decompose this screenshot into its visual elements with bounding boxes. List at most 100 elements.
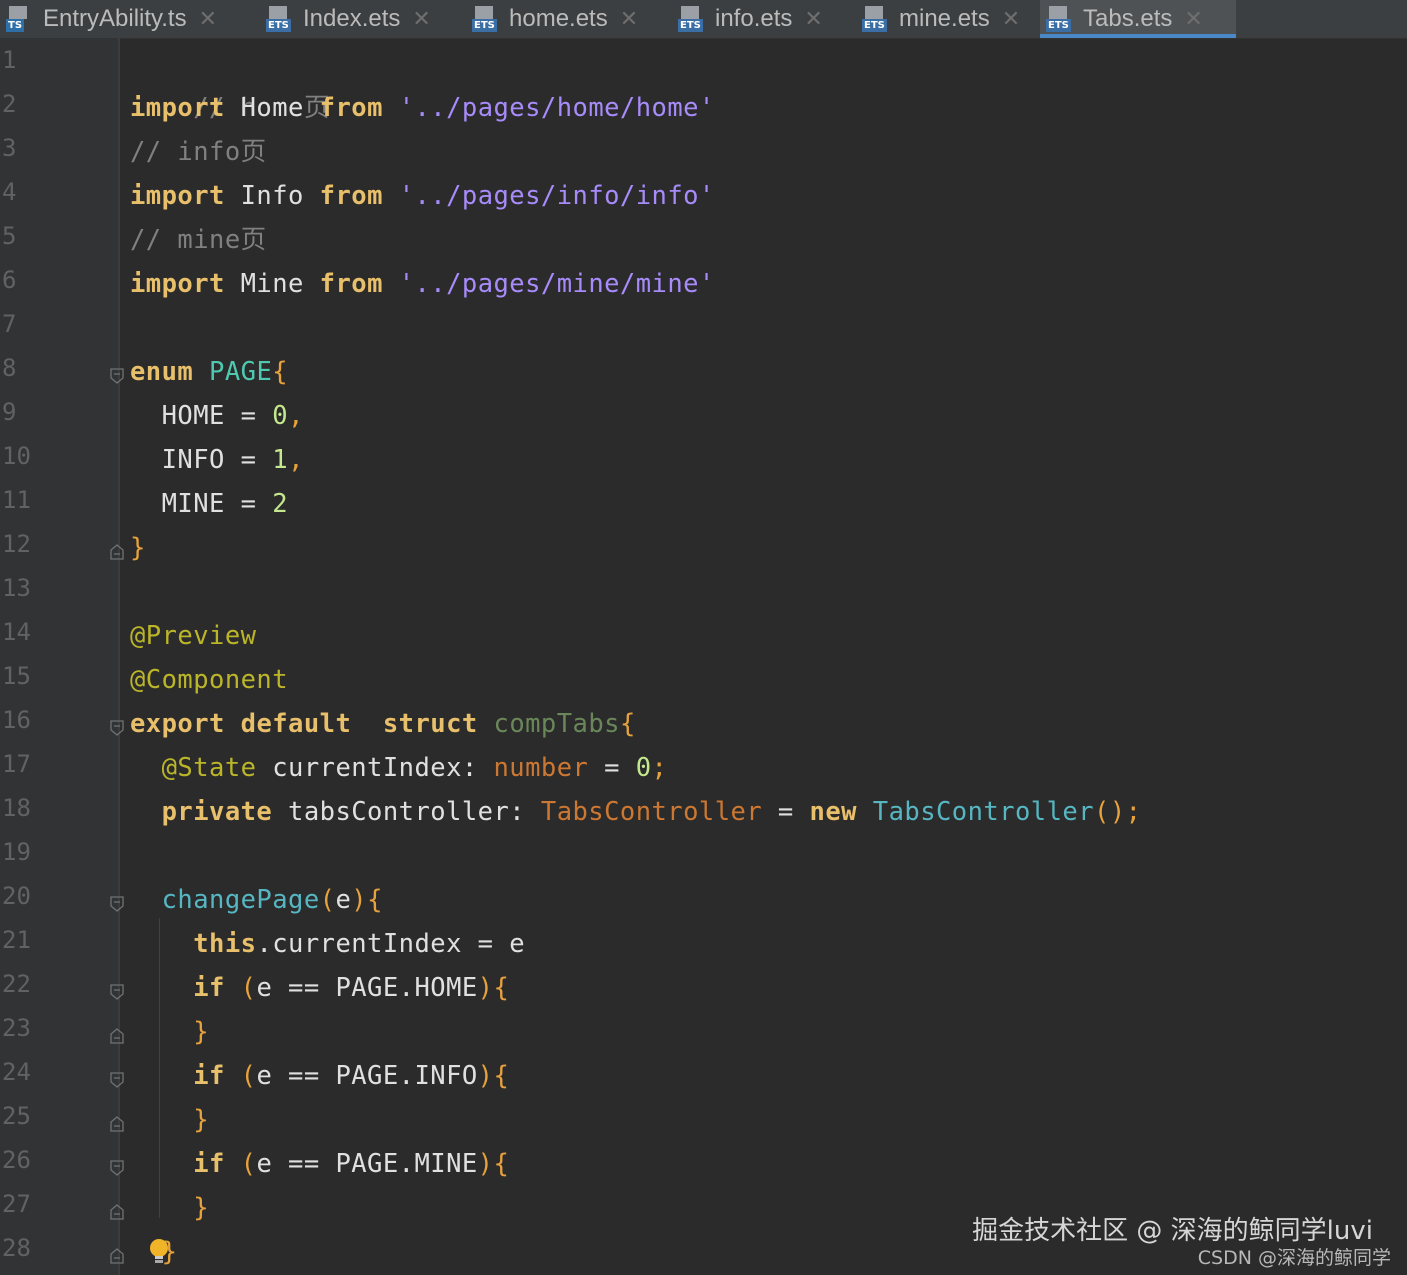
punctuation: ; <box>1125 797 1142 827</box>
editor-tab-bar: TS EntryAbility.ts ✕ ETS Index.ets ✕ ETS home.e… <box>0 0 1407 39</box>
code-line-21: this.currentIndex = e <box>130 922 525 966</box>
fold-collapse-icon[interactable] <box>110 984 124 1000</box>
brace: } <box>193 1017 210 1047</box>
paren: ( <box>319 885 336 915</box>
comment: // mine页 <box>130 225 267 255</box>
code-line-26: if (e == PAGE.MINE){ <box>130 1142 509 1186</box>
watermark-primary: 掘金技术社区 @ 深海的鲸同学luvi <box>972 1216 1373 1246</box>
code-line-6: import Mine from '../pages/mine/mine' <box>130 262 715 306</box>
close-icon[interactable]: ✕ <box>199 7 217 32</box>
function-name: changePage <box>161 885 320 915</box>
line-number: 5 <box>2 222 17 250</box>
tab-info-ets[interactable]: ETS info.ets ✕ <box>672 0 846 38</box>
fold-collapse-icon[interactable] <box>110 896 124 912</box>
fold-end-icon[interactable] <box>110 544 124 560</box>
close-icon[interactable]: ✕ <box>620 7 638 32</box>
string-literal: '../pages/home/home' <box>398 93 715 123</box>
brace: { <box>367 885 383 915</box>
struct-name: compTabs <box>493 709 620 739</box>
paren: ( <box>224 1149 257 1179</box>
punctuation: , <box>288 445 304 475</box>
comment: // info页 <box>130 137 267 167</box>
tab-home-ets[interactable]: ETS home.ets ✕ <box>466 0 662 38</box>
file-type-icon: TS <box>6 6 36 32</box>
fold-collapse-icon[interactable] <box>110 368 124 384</box>
line-number: 13 <box>2 574 31 602</box>
punctuation: : <box>461 753 494 783</box>
fold-end-icon[interactable] <box>110 1204 124 1220</box>
brace: { <box>272 357 289 387</box>
brace: } <box>193 1105 210 1135</box>
code-line-18: private tabsController: TabsController =… <box>130 790 1141 834</box>
brace: { <box>619 709 636 739</box>
fold-collapse-icon[interactable] <box>110 720 124 736</box>
fold-collapse-icon[interactable] <box>110 1072 124 1088</box>
line-number: 22 <box>2 970 31 998</box>
keyword: if <box>193 1149 225 1179</box>
operator: = <box>224 489 273 519</box>
code-line-10: INFO = 1, <box>130 438 304 482</box>
close-icon[interactable]: ✕ <box>1184 7 1202 32</box>
tab-index-ets[interactable]: ETS Index.ets ✕ <box>260 0 456 38</box>
close-icon[interactable]: ✕ <box>412 7 430 32</box>
code-line-24: if (e == PAGE.INFO){ <box>130 1054 509 1098</box>
close-icon[interactable]: ✕ <box>1002 7 1020 32</box>
code-line-22: if (e == PAGE.HOME){ <box>130 966 509 1010</box>
fold-end-icon[interactable] <box>110 1116 124 1132</box>
fold-end-icon[interactable] <box>110 1248 124 1264</box>
code-line-20: changePage(e){ <box>130 878 383 922</box>
string-literal: '../pages/info/info' <box>398 181 715 211</box>
tab-label: home.ets <box>509 5 608 32</box>
code-line-14: @Preview <box>130 614 256 658</box>
brace: { <box>493 1061 510 1091</box>
tab-mine-ets[interactable]: ETS mine.ets ✕ <box>856 0 1030 38</box>
code-line-2: import Home from '../pages/home/home' <box>130 86 715 130</box>
operator: = <box>588 753 636 783</box>
fold-end-icon[interactable] <box>110 1028 124 1044</box>
line-number: 9 <box>2 398 17 426</box>
keyword: from <box>319 181 383 211</box>
keyword: struct <box>382 709 478 739</box>
line-number: 25 <box>2 1102 31 1130</box>
paren: ) <box>351 885 368 915</box>
line-number: 14 <box>2 618 31 646</box>
line-number: 20 <box>2 882 31 910</box>
punctuation: ; <box>651 753 668 783</box>
code-line-5: // mine页 <box>130 218 267 262</box>
punctuation: : <box>509 797 541 827</box>
type-name: number <box>493 753 589 783</box>
decorator: @Preview <box>130 621 257 651</box>
keyword: this <box>193 929 257 959</box>
code-line-9: HOME = 0, <box>130 394 304 438</box>
type-name: TabsController <box>540 797 763 827</box>
file-type-icon: ETS <box>862 6 892 32</box>
brace: { <box>493 1149 510 1179</box>
condition: e == PAGE.INFO <box>256 1061 478 1091</box>
code-line-17: @State currentIndex: number = 0; <box>130 746 667 790</box>
tab-entryability-ts[interactable]: TS EntryAbility.ts ✕ <box>0 0 250 38</box>
condition: e == PAGE.MINE <box>256 1149 478 1179</box>
paren: ) <box>477 1149 494 1179</box>
string-literal: '../pages/mine/mine' <box>398 269 715 299</box>
line-number: 27 <box>2 1190 31 1218</box>
operator: = <box>224 401 273 431</box>
line-number: 11 <box>2 486 31 514</box>
keyword: from <box>319 93 383 123</box>
line-number: 16 <box>2 706 31 734</box>
operator: = <box>224 445 273 475</box>
identifier: Info <box>224 181 320 211</box>
lightbulb-icon[interactable] <box>146 1236 176 1268</box>
line-number: 10 <box>2 442 31 470</box>
line-number: 12 <box>2 530 31 558</box>
fold-collapse-icon[interactable] <box>110 1160 124 1176</box>
tab-tabs-ets[interactable]: ETS Tabs.ets ✕ <box>1040 0 1236 38</box>
paren: ) <box>477 1061 494 1091</box>
file-type-icon: ETS <box>678 6 708 32</box>
line-number: 23 <box>2 1014 31 1042</box>
close-icon[interactable]: ✕ <box>804 7 822 32</box>
line-number: 17 <box>2 750 31 778</box>
keyword: if <box>193 1061 225 1091</box>
code-line-25: } <box>130 1098 209 1142</box>
code-line-4: import Info from '../pages/info/info' <box>130 174 715 218</box>
identifier: INFO <box>161 445 225 475</box>
